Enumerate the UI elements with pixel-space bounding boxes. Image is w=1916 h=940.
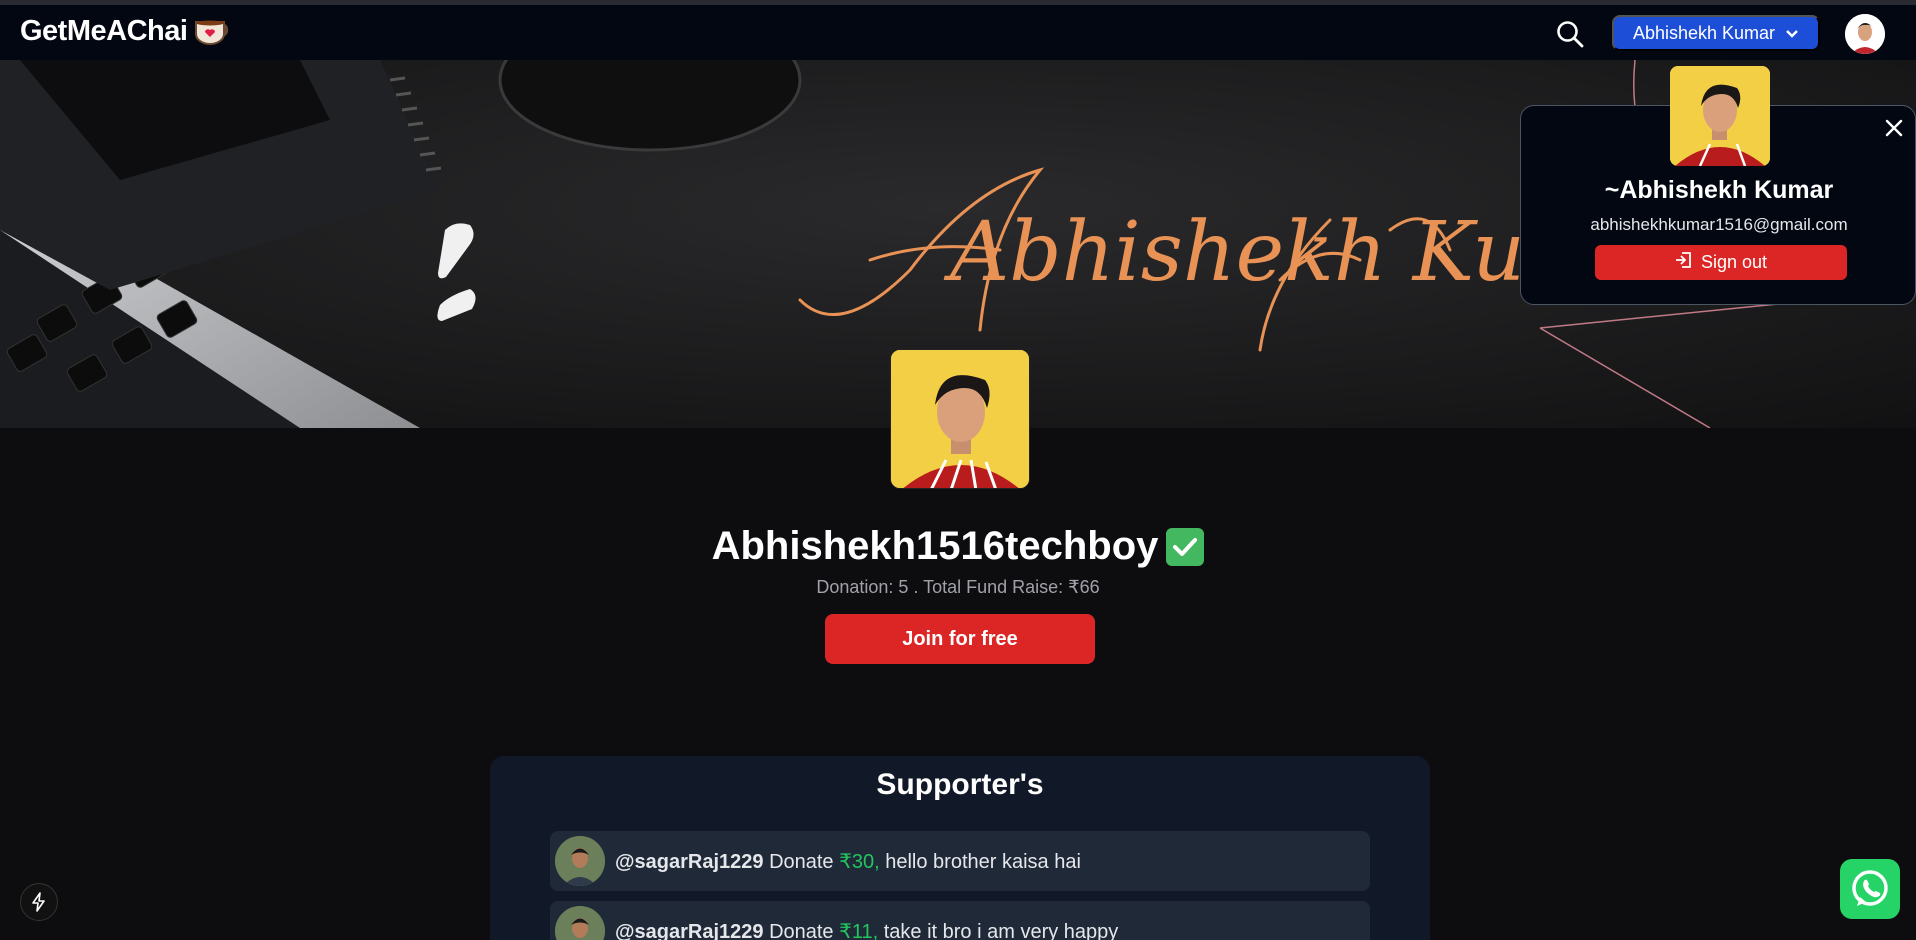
supporter-verb: Donate [769,850,834,873]
logout-icon [1675,251,1693,274]
donation-stats: Donation: 5 . Total Fund Raise: ₹66 [816,577,1100,597]
supporter-message: hello brother kaisa hai [885,850,1081,873]
supporter-message: take it bro i am very happy [883,920,1119,940]
popup-user-name: ~Abhishekh Kumar [1604,176,1834,204]
avatar [555,836,605,886]
logo-text: GetMeAChai [20,15,188,47]
supporter-amount: ₹11, [839,920,879,940]
profile-username-row: Abhishekh1516techboy [0,524,1916,569]
close-icon[interactable] [1884,118,1904,138]
list-item: @sagarRaj1229 Donate ₹30, hello brother … [550,831,1370,891]
page-title: Abhishekh1516techboy [711,524,1159,568]
user-menu-label: Abhishekh Kumar [1632,22,1776,43]
avatar[interactable] [1845,14,1885,54]
popup-avatar [1670,66,1770,166]
logo[interactable]: GetMeAChai [20,15,235,48]
chevron-down-icon [1785,23,1799,44]
chai-cup-icon [193,16,235,48]
sign-out-button[interactable]: Sign out [1595,245,1847,280]
user-menu-button[interactable]: Abhishekh Kumar [1612,15,1820,51]
supporter-amount: ₹30, [839,850,880,873]
supporter-handle: @sagarRaj1229 [615,850,764,873]
supporter-verb: Donate [769,920,834,940]
supporters-panel: Supporter's @sagarRaj1229 Donate ₹30, he… [490,756,1430,940]
supporters-title: Supporter's [876,768,1044,801]
supporter-handle: @sagarRaj1229 [615,920,764,940]
sign-out-label: Sign out [1700,252,1768,272]
list-item: @sagarRaj1229 Donate ₹11, take it bro i … [550,901,1370,940]
join-button[interactable]: Join for free [825,614,1095,664]
popup-user-email: abhishekhkumar1516@gmail.com [1590,215,1848,234]
search-icon[interactable] [1555,19,1585,49]
navbar: GetMeAChai Abhishekh Kumar [0,5,1916,60]
profile-picture [890,349,1030,489]
whatsapp-icon[interactable] [1840,859,1900,919]
bolt-icon[interactable] [20,883,58,921]
check-icon [1166,527,1205,566]
avatar [555,906,605,940]
